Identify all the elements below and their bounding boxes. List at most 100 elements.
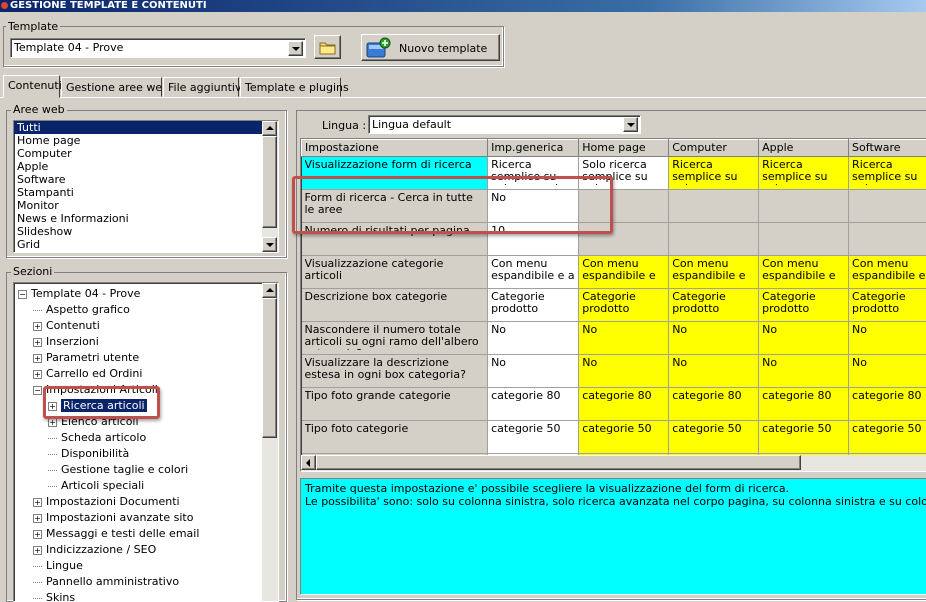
tree-scroll-thumb[interactable] bbox=[262, 298, 277, 438]
tree-node[interactable]: −Template 04 - Prove bbox=[18, 286, 140, 302]
setting-value-cell[interactable]: categorie 80 bbox=[759, 388, 849, 421]
scroll-up-button[interactable] bbox=[262, 121, 277, 136]
lingua-dropdown-button[interactable] bbox=[623, 117, 638, 132]
setting-value-cell[interactable]: categorie 80 bbox=[488, 388, 579, 421]
grid-scroll-left-button[interactable] bbox=[301, 455, 316, 470]
setting-value-cell[interactable]: Categorie prodotto bbox=[669, 289, 759, 322]
settings-grid[interactable]: ImpostazioneImp.genericaHome pageCompute… bbox=[300, 138, 926, 472]
tree-node[interactable]: +Carrello ed Ordini bbox=[33, 366, 142, 382]
aree-web-item[interactable]: Monitor bbox=[14, 199, 262, 212]
setting-value-cell[interactable]: Con menu espandibile e a ... bbox=[759, 256, 849, 289]
setting-value-cell[interactable]: Con menu espandibile e a ... bbox=[579, 256, 669, 289]
setting-value-cell[interactable]: No bbox=[579, 322, 669, 355]
aree-web-list[interactable]: TuttiHome pageComputerAppleSoftwareStamp… bbox=[13, 120, 279, 253]
setting-value-cell[interactable]: No bbox=[488, 355, 579, 388]
aree-web-item[interactable]: Apple bbox=[14, 160, 262, 173]
setting-value-cell[interactable]: Categorie prodotto bbox=[488, 289, 579, 322]
expand-icon[interactable]: + bbox=[33, 338, 42, 347]
grid-hscrollbar[interactable] bbox=[301, 455, 926, 471]
template-select-dropdown-button[interactable] bbox=[288, 41, 303, 56]
setting-value-cell[interactable]: Con menu espandibile e a ... bbox=[488, 256, 579, 289]
tree-node[interactable]: +Messaggi e testi delle email bbox=[33, 526, 199, 542]
tree-node[interactable]: +Impostazioni avanzate sito bbox=[33, 510, 193, 526]
setting-value-cell[interactable]: categorie 80 bbox=[669, 388, 759, 421]
setting-value-cell[interactable]: Ricerca semplice su colonna + ric... bbox=[759, 157, 849, 190]
tree-node[interactable]: Scheda articolo bbox=[48, 430, 146, 446]
column-header[interactable]: Apple bbox=[759, 140, 849, 157]
sezioni-scrollbar[interactable] bbox=[262, 283, 278, 601]
setting-value-cell[interactable]: Ricerca semplice su colonna + ric... bbox=[849, 157, 926, 190]
setting-value-cell[interactable]: Con menu espandibile e a ... bbox=[669, 256, 759, 289]
setting-value-cell[interactable] bbox=[849, 190, 926, 223]
setting-value-cell[interactable]: Categorie prodotto bbox=[579, 289, 669, 322]
setting-value-cell[interactable]: 10 bbox=[488, 223, 579, 256]
aree-web-item[interactable]: Slideshow bbox=[14, 225, 262, 238]
tree-node[interactable]: +Contenuti bbox=[33, 318, 100, 334]
setting-value-cell[interactable]: No bbox=[849, 322, 926, 355]
aree-web-item[interactable]: Stampanti bbox=[14, 186, 262, 199]
setting-value-cell[interactable]: No bbox=[669, 322, 759, 355]
collapse-icon[interactable]: − bbox=[18, 290, 27, 299]
aree-web-scrollbar[interactable] bbox=[262, 121, 278, 252]
aree-web-item[interactable]: Software bbox=[14, 173, 262, 186]
tree-node[interactable]: +Ricerca articoli bbox=[48, 398, 147, 414]
tree-node[interactable]: +Parametri utente bbox=[33, 350, 139, 366]
setting-value-cell[interactable]: Con menu espandibile e a ... bbox=[849, 256, 926, 289]
tree-node[interactable]: −Impostazioni Articoli bbox=[33, 382, 158, 398]
tree-scroll-up-button[interactable] bbox=[262, 283, 277, 298]
setting-value-cell[interactable] bbox=[579, 223, 669, 256]
setting-value-cell[interactable]: No bbox=[488, 322, 579, 355]
lingua-select[interactable]: Lingua default bbox=[368, 115, 641, 134]
setting-value-cell[interactable]: categorie 80 bbox=[849, 388, 926, 421]
column-header[interactable]: Software bbox=[849, 140, 926, 157]
setting-value-cell[interactable]: No bbox=[759, 355, 849, 388]
aree-web-item[interactable]: Home page bbox=[14, 134, 262, 147]
setting-value-cell[interactable] bbox=[759, 223, 849, 256]
setting-value-cell[interactable]: Categorie prodotto bbox=[849, 289, 926, 322]
tab-gestione-aree-web[interactable]: Gestione aree web bbox=[61, 77, 162, 97]
expand-icon[interactable]: + bbox=[48, 418, 57, 427]
setting-value-cell[interactable] bbox=[669, 190, 759, 223]
tree-node[interactable]: +Elenco articoli bbox=[48, 414, 139, 430]
expand-icon[interactable]: + bbox=[33, 546, 42, 555]
expand-icon[interactable]: + bbox=[33, 370, 42, 379]
new-template-button[interactable]: Nuovo template bbox=[361, 34, 500, 61]
template-select[interactable]: Template 04 - Prove bbox=[10, 38, 306, 58]
expand-icon[interactable]: + bbox=[33, 498, 42, 507]
tree-node[interactable]: Aspetto grafico bbox=[33, 302, 130, 318]
scroll-down-button[interactable] bbox=[262, 237, 277, 252]
setting-value-cell[interactable]: No bbox=[849, 355, 926, 388]
tab-contenuti[interactable]: Contenuti bbox=[3, 75, 60, 98]
collapse-icon[interactable]: − bbox=[33, 386, 42, 395]
setting-value-cell[interactable]: No bbox=[579, 355, 669, 388]
grid-hscroll-thumb[interactable] bbox=[316, 455, 801, 470]
tree-node[interactable]: Articoli speciali bbox=[48, 478, 144, 494]
tree-node[interactable]: +Indicizzazione / SEO bbox=[33, 542, 156, 558]
setting-value-cell[interactable]: categorie 50 bbox=[488, 421, 579, 454]
setting-value-cell[interactable]: categorie 50 bbox=[759, 421, 849, 454]
setting-value-cell[interactable]: No bbox=[759, 322, 849, 355]
scroll-thumb[interactable] bbox=[262, 136, 277, 228]
aree-web-item[interactable]: Grid bbox=[14, 238, 262, 251]
tab-template-e-plugins[interactable]: Template e plugins bbox=[240, 77, 341, 97]
sezioni-tree[interactable]: −Template 04 - ProveAspetto grafico+Cont… bbox=[13, 282, 279, 602]
setting-value-cell[interactable]: No bbox=[488, 190, 579, 223]
aree-web-item[interactable]: News e Informazioni bbox=[14, 212, 262, 225]
setting-value-cell[interactable]: categorie 80 bbox=[579, 388, 669, 421]
column-header[interactable]: Home page bbox=[579, 140, 669, 157]
aree-web-item[interactable]: Computer bbox=[14, 147, 262, 160]
open-folder-button[interactable] bbox=[314, 35, 341, 59]
expand-icon[interactable]: + bbox=[48, 402, 57, 411]
setting-value-cell[interactable] bbox=[669, 223, 759, 256]
tree-node[interactable]: +Impostazioni Documenti bbox=[33, 494, 180, 510]
tree-node[interactable]: Lingue bbox=[33, 558, 83, 574]
tab-file-aggiuntivi[interactable]: File aggiuntivi bbox=[163, 77, 239, 97]
column-header[interactable]: Computer bbox=[669, 140, 759, 157]
setting-value-cell[interactable]: Ricerca semplice su colonna + ric... bbox=[669, 157, 759, 190]
expand-icon[interactable]: + bbox=[33, 514, 42, 523]
setting-value-cell[interactable] bbox=[849, 223, 926, 256]
setting-value-cell[interactable]: No bbox=[669, 355, 759, 388]
setting-value-cell[interactable]: Solo ricerca semplice su colo... bbox=[579, 157, 669, 190]
aree-web-item[interactable]: Tutti bbox=[14, 121, 262, 134]
tree-node[interactable]: +Inserzioni bbox=[33, 334, 99, 350]
